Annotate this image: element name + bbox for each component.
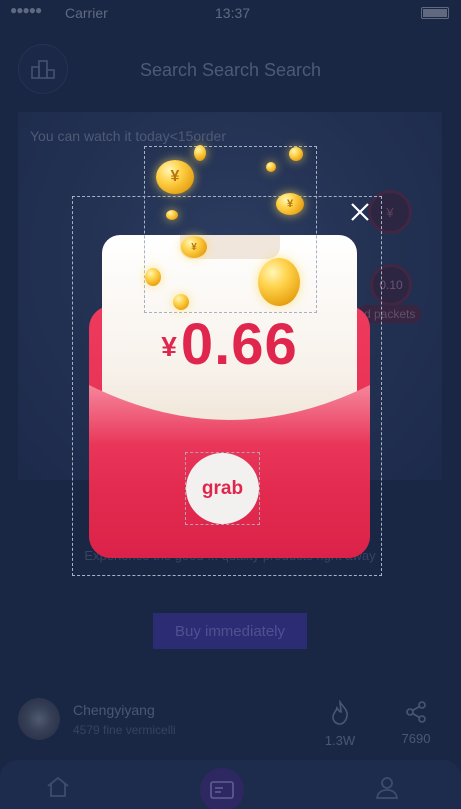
close-button[interactable] bbox=[345, 197, 375, 227]
gold-coin-icon bbox=[145, 268, 161, 286]
currency-symbol: ¥ bbox=[161, 331, 177, 362]
gold-coin-icon bbox=[173, 294, 189, 310]
grab-button[interactable]: grab bbox=[186, 453, 259, 524]
gold-coin-icon bbox=[266, 162, 276, 172]
gold-coin-icon: ¥ bbox=[156, 160, 194, 194]
gold-coin-icon bbox=[194, 145, 206, 161]
gold-coin-icon: ¥ bbox=[276, 193, 304, 215]
gold-coin-icon: ¥ bbox=[181, 236, 207, 258]
gold-coin-icon bbox=[289, 147, 303, 161]
gold-coin-icon bbox=[166, 210, 178, 220]
amount-value: 0.66 bbox=[180, 312, 298, 377]
close-icon bbox=[351, 203, 369, 221]
gold-coin-icon bbox=[258, 258, 300, 306]
packet-amount: ¥0.66 bbox=[102, 311, 357, 378]
